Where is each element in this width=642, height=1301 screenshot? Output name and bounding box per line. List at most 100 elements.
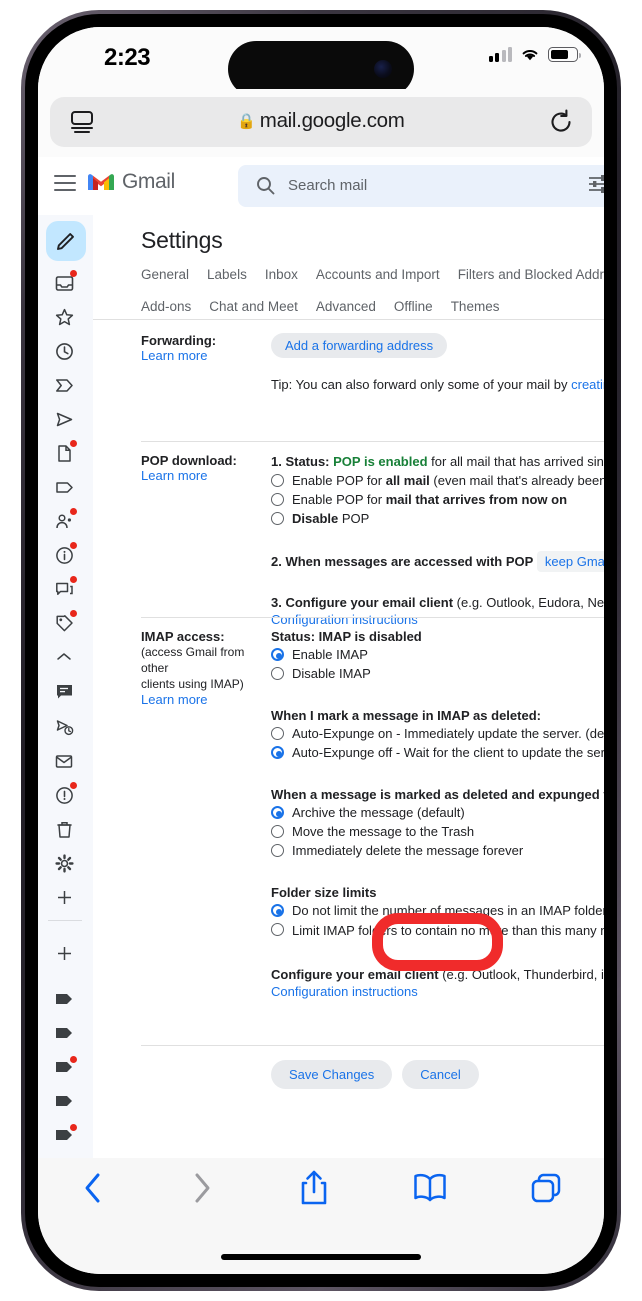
sidebar-less[interactable] — [50, 645, 78, 669]
radio-button-selected[interactable] — [271, 806, 284, 819]
tab-general[interactable]: General — [141, 267, 189, 293]
unread-badge-dot — [70, 1056, 77, 1063]
sidebar-chats[interactable] — [50, 679, 78, 703]
sidebar-forums[interactable] — [50, 576, 78, 601]
sidebar-categories[interactable] — [50, 475, 78, 499]
lock-icon: 🔒 — [237, 113, 256, 130]
search-placeholder: Search mail — [288, 177, 368, 194]
hamburger-menu-icon[interactable] — [54, 175, 76, 196]
sidebar-scheduled[interactable] — [50, 715, 78, 739]
sidebar-label-1[interactable] — [50, 987, 78, 1011]
pop-option-from-now-on[interactable]: Enable POP for mail that arrives from no… — [271, 491, 604, 508]
sidebar-label-2[interactable] — [50, 1021, 78, 1045]
imap-label: IMAP access: — [141, 629, 225, 644]
imap-expunge-archive[interactable]: Archive the message (default) — [271, 804, 604, 821]
imap-autoexpunge-off[interactable]: Auto-Expunge off - Wait for the client t… — [271, 744, 604, 761]
sidebar-sent[interactable] — [50, 407, 78, 431]
sidebar-social[interactable] — [50, 508, 78, 533]
tune-icon[interactable] — [588, 173, 604, 195]
settings-tabs-row-1: General Labels Inbox Accounts and Import… — [141, 267, 604, 293]
sidebar-important[interactable] — [50, 373, 78, 397]
pop-configuration-instructions-link[interactable]: Configuration instructions — [271, 611, 604, 628]
sidebar-manage-labels[interactable] — [50, 851, 78, 875]
tab-accounts-and-import[interactable]: Accounts and Import — [316, 267, 440, 293]
forwarding-learn-more-link[interactable]: Learn more — [141, 348, 271, 363]
sidebar-promotions[interactable] — [50, 610, 78, 635]
imap-sublabel-line1: (access Gmail from other — [141, 645, 245, 675]
label-tag-icon — [55, 481, 73, 493]
imap-expunge-archive-label: Archive the message (default) — [292, 805, 465, 820]
imap-folder-limit[interactable]: Limit IMAP folders to contain no more th… — [271, 921, 604, 940]
compose-button[interactable] — [46, 221, 86, 261]
radio-button[interactable] — [271, 512, 284, 525]
share-icon[interactable] — [299, 1170, 329, 1206]
sidebar-label-4[interactable] — [50, 1089, 78, 1113]
add-forwarding-address-button[interactable]: Add a forwarding address — [271, 333, 448, 358]
tab-labels[interactable]: Labels — [207, 267, 247, 293]
chevron-left-icon[interactable] — [80, 1171, 106, 1205]
pop-option-disable[interactable]: Disable POP — [271, 510, 604, 527]
tab-inbox[interactable]: Inbox — [265, 267, 298, 293]
sidebar-add-label-2[interactable] — [50, 941, 78, 965]
imap-sublabel-line2: clients using IMAP) — [141, 677, 244, 691]
save-changes-button[interactable]: Save Changes — [271, 1060, 393, 1089]
imap-folder-no-limit[interactable]: Do not limit the number of messages in a… — [271, 902, 604, 919]
radio-button[interactable] — [271, 825, 284, 838]
radio-button-selected[interactable] — [271, 648, 284, 661]
cancel-button[interactable]: Cancel — [402, 1060, 479, 1089]
imap-option-disable[interactable]: Disable IMAP — [271, 665, 604, 682]
sidebar-inbox[interactable] — [50, 270, 78, 295]
rail-divider — [48, 920, 82, 921]
radio-button[interactable] — [271, 727, 284, 740]
section-divider — [141, 1045, 604, 1046]
sidebar-all-mail[interactable] — [50, 749, 78, 773]
imap-learn-more-link[interactable]: Learn more — [141, 692, 271, 707]
radio-button[interactable] — [271, 474, 284, 487]
sidebar-starred[interactable] — [50, 305, 78, 329]
radio-button[interactable] — [271, 923, 284, 936]
sidebar-label-5[interactable] — [50, 1123, 78, 1147]
gmail-top-bar: Gmail Search mail — [38, 157, 604, 215]
sidebar-spam[interactable] — [50, 782, 78, 807]
tabs-icon[interactable] — [530, 1172, 562, 1204]
tab-filters-and-blocked-addresses[interactable]: Filters and Blocked Addresses — [458, 267, 604, 293]
pop-option-from-now-on-label: Enable POP for mail that arrives from no… — [292, 492, 568, 507]
pop-step2-label: 2. When messages are accessed with POP — [271, 554, 534, 569]
imap-autoexpunge-on[interactable]: Auto-Expunge on - Immediately update the… — [271, 725, 604, 742]
imap-expunge-delete[interactable]: Immediately delete the message forever — [271, 842, 604, 859]
plus-icon — [57, 946, 71, 960]
radio-button-selected[interactable] — [271, 904, 284, 917]
pop-option-all-mail[interactable]: Enable POP for all mail (even mail that'… — [271, 472, 604, 489]
sidebar-create-label[interactable] — [50, 885, 78, 909]
forwarding-label-column: Forwarding: Learn more — [141, 333, 271, 363]
status-bar: 2:23 — [38, 27, 604, 97]
radio-button-selected[interactable] — [271, 746, 284, 759]
sidebar-trash[interactable] — [50, 817, 78, 841]
pop-learn-more-link[interactable]: Learn more — [141, 468, 271, 483]
radio-button[interactable] — [271, 667, 284, 680]
imap-expunge-trash[interactable]: Move the message to the Trash — [271, 823, 604, 840]
send-icon — [56, 412, 72, 426]
book-icon[interactable] — [413, 1173, 447, 1203]
sidebar-snoozed[interactable] — [50, 339, 78, 363]
imap-configure-bold: Configure your email client — [271, 967, 439, 982]
creating-a-filter-link[interactable]: creating a filter! — [571, 377, 604, 392]
imap-option-enable[interactable]: Enable IMAP — [271, 646, 604, 663]
pop-status-rest: for all mail that has arrived since 8/20… — [431, 454, 604, 469]
unread-badge-dot — [70, 1124, 77, 1131]
imap-configuration-instructions-link[interactable]: Configuration instructions — [271, 983, 604, 1000]
search-input[interactable]: Search mail — [238, 165, 604, 207]
pop-copy-action-select[interactable]: keep Gmail's copy in the Inbox — [536, 551, 604, 572]
radio-button[interactable] — [271, 844, 284, 857]
unread-badge-dot — [70, 508, 77, 515]
pop-status-number: 1. Status: — [271, 454, 334, 469]
sidebar-updates[interactable] — [50, 542, 78, 567]
reload-icon[interactable] — [548, 109, 574, 135]
label-filled-icon — [55, 1096, 72, 1106]
sidebar-label-3[interactable] — [50, 1055, 78, 1079]
radio-button[interactable] — [271, 493, 284, 506]
chevron-up-icon — [57, 653, 71, 660]
sidebar-drafts[interactable] — [50, 440, 78, 465]
compose-pencil-icon — [57, 233, 74, 250]
address-bar[interactable]: 🔒 mail.google.com — [50, 97, 592, 147]
